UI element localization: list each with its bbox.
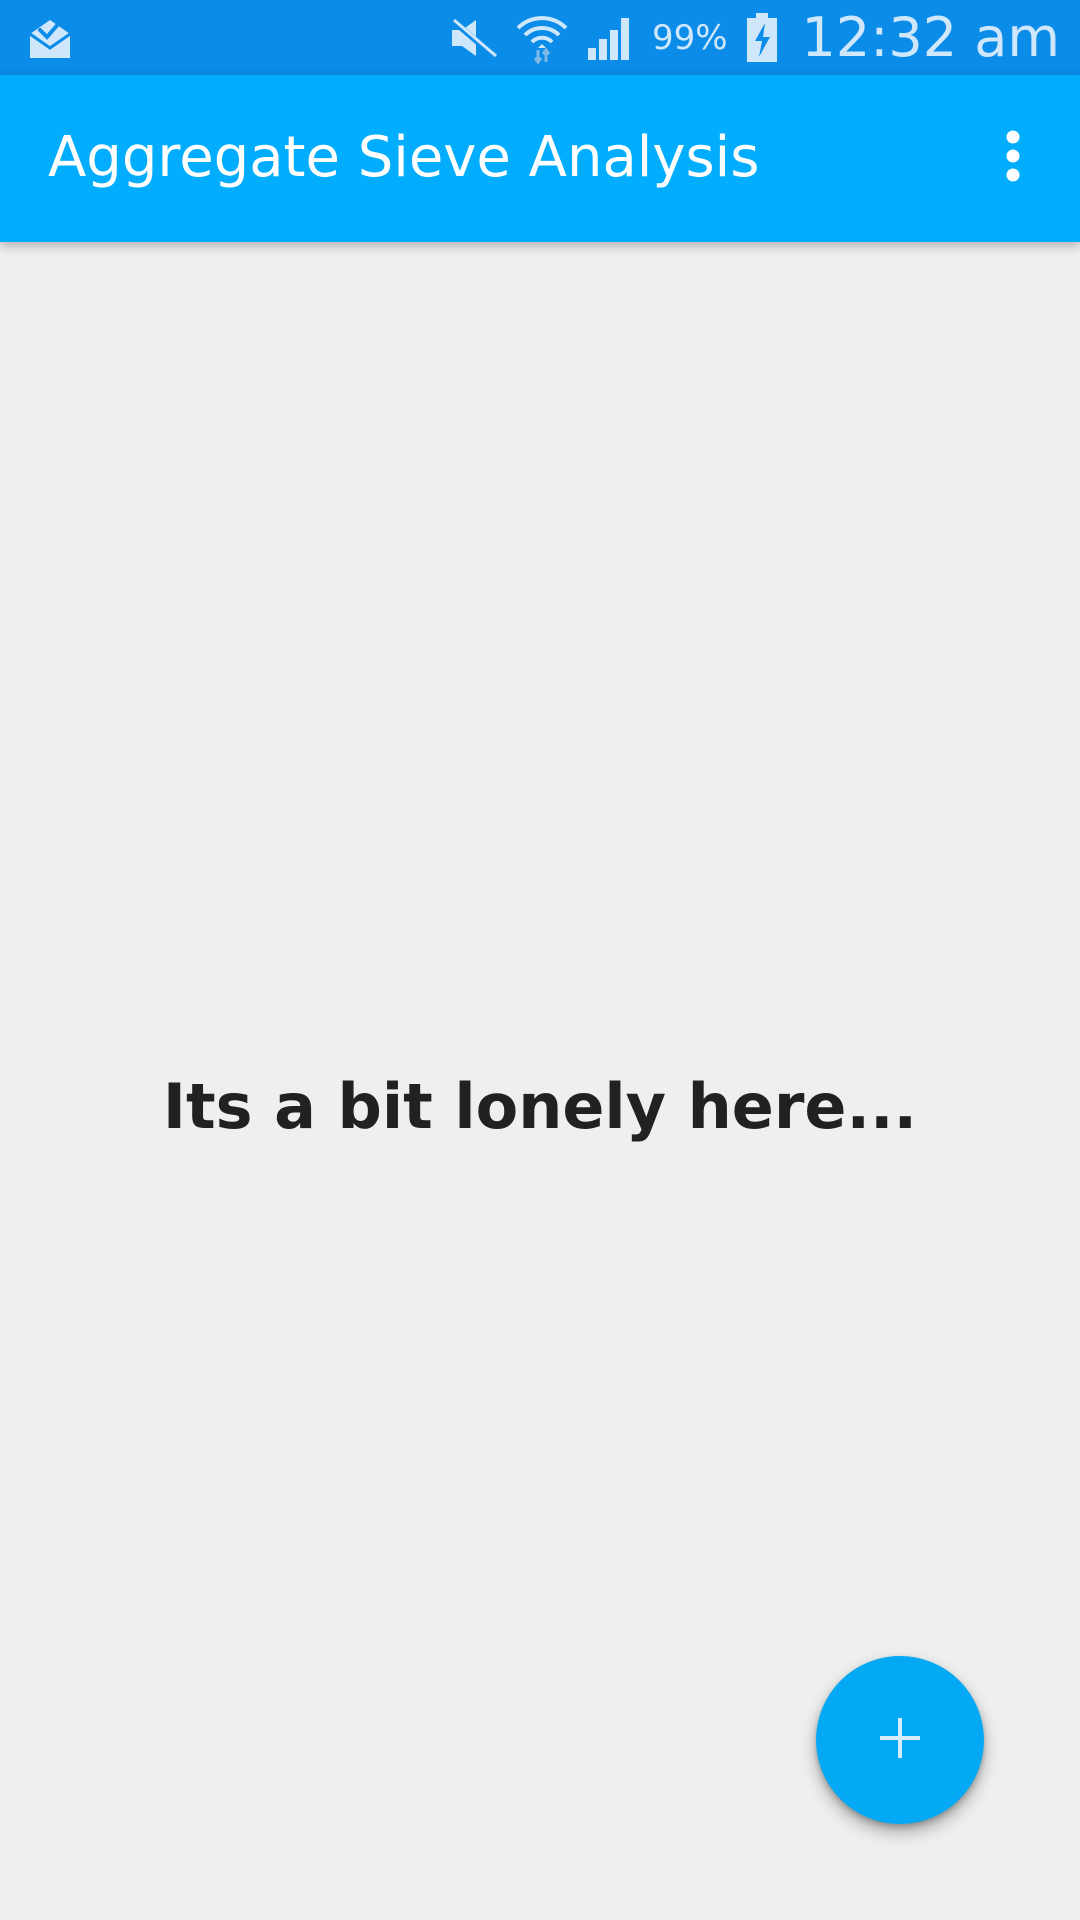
status-bar: 99% 12:32 am — [0, 0, 1080, 75]
status-time: 12:32 am — [801, 6, 1060, 69]
battery-charging-icon — [746, 12, 778, 63]
more-vert-icon — [1005, 130, 1021, 186]
empty-state-message: Its a bit lonely here... — [162, 1070, 918, 1143]
app-title: Aggregate Sieve Analysis — [48, 125, 760, 190]
signal-icon — [586, 14, 634, 62]
status-right-group: 99% 12:32 am — [448, 0, 1060, 75]
mail-check-icon — [26, 14, 74, 60]
more-options-button[interactable] — [978, 123, 1048, 193]
plus-icon — [878, 1716, 922, 1764]
add-analysis-button[interactable] — [816, 1656, 984, 1824]
wifi-icon — [516, 12, 568, 64]
app-bar: Aggregate Sieve Analysis — [0, 75, 1080, 242]
battery-percent: 99% — [651, 17, 728, 58]
mute-icon — [448, 16, 498, 60]
